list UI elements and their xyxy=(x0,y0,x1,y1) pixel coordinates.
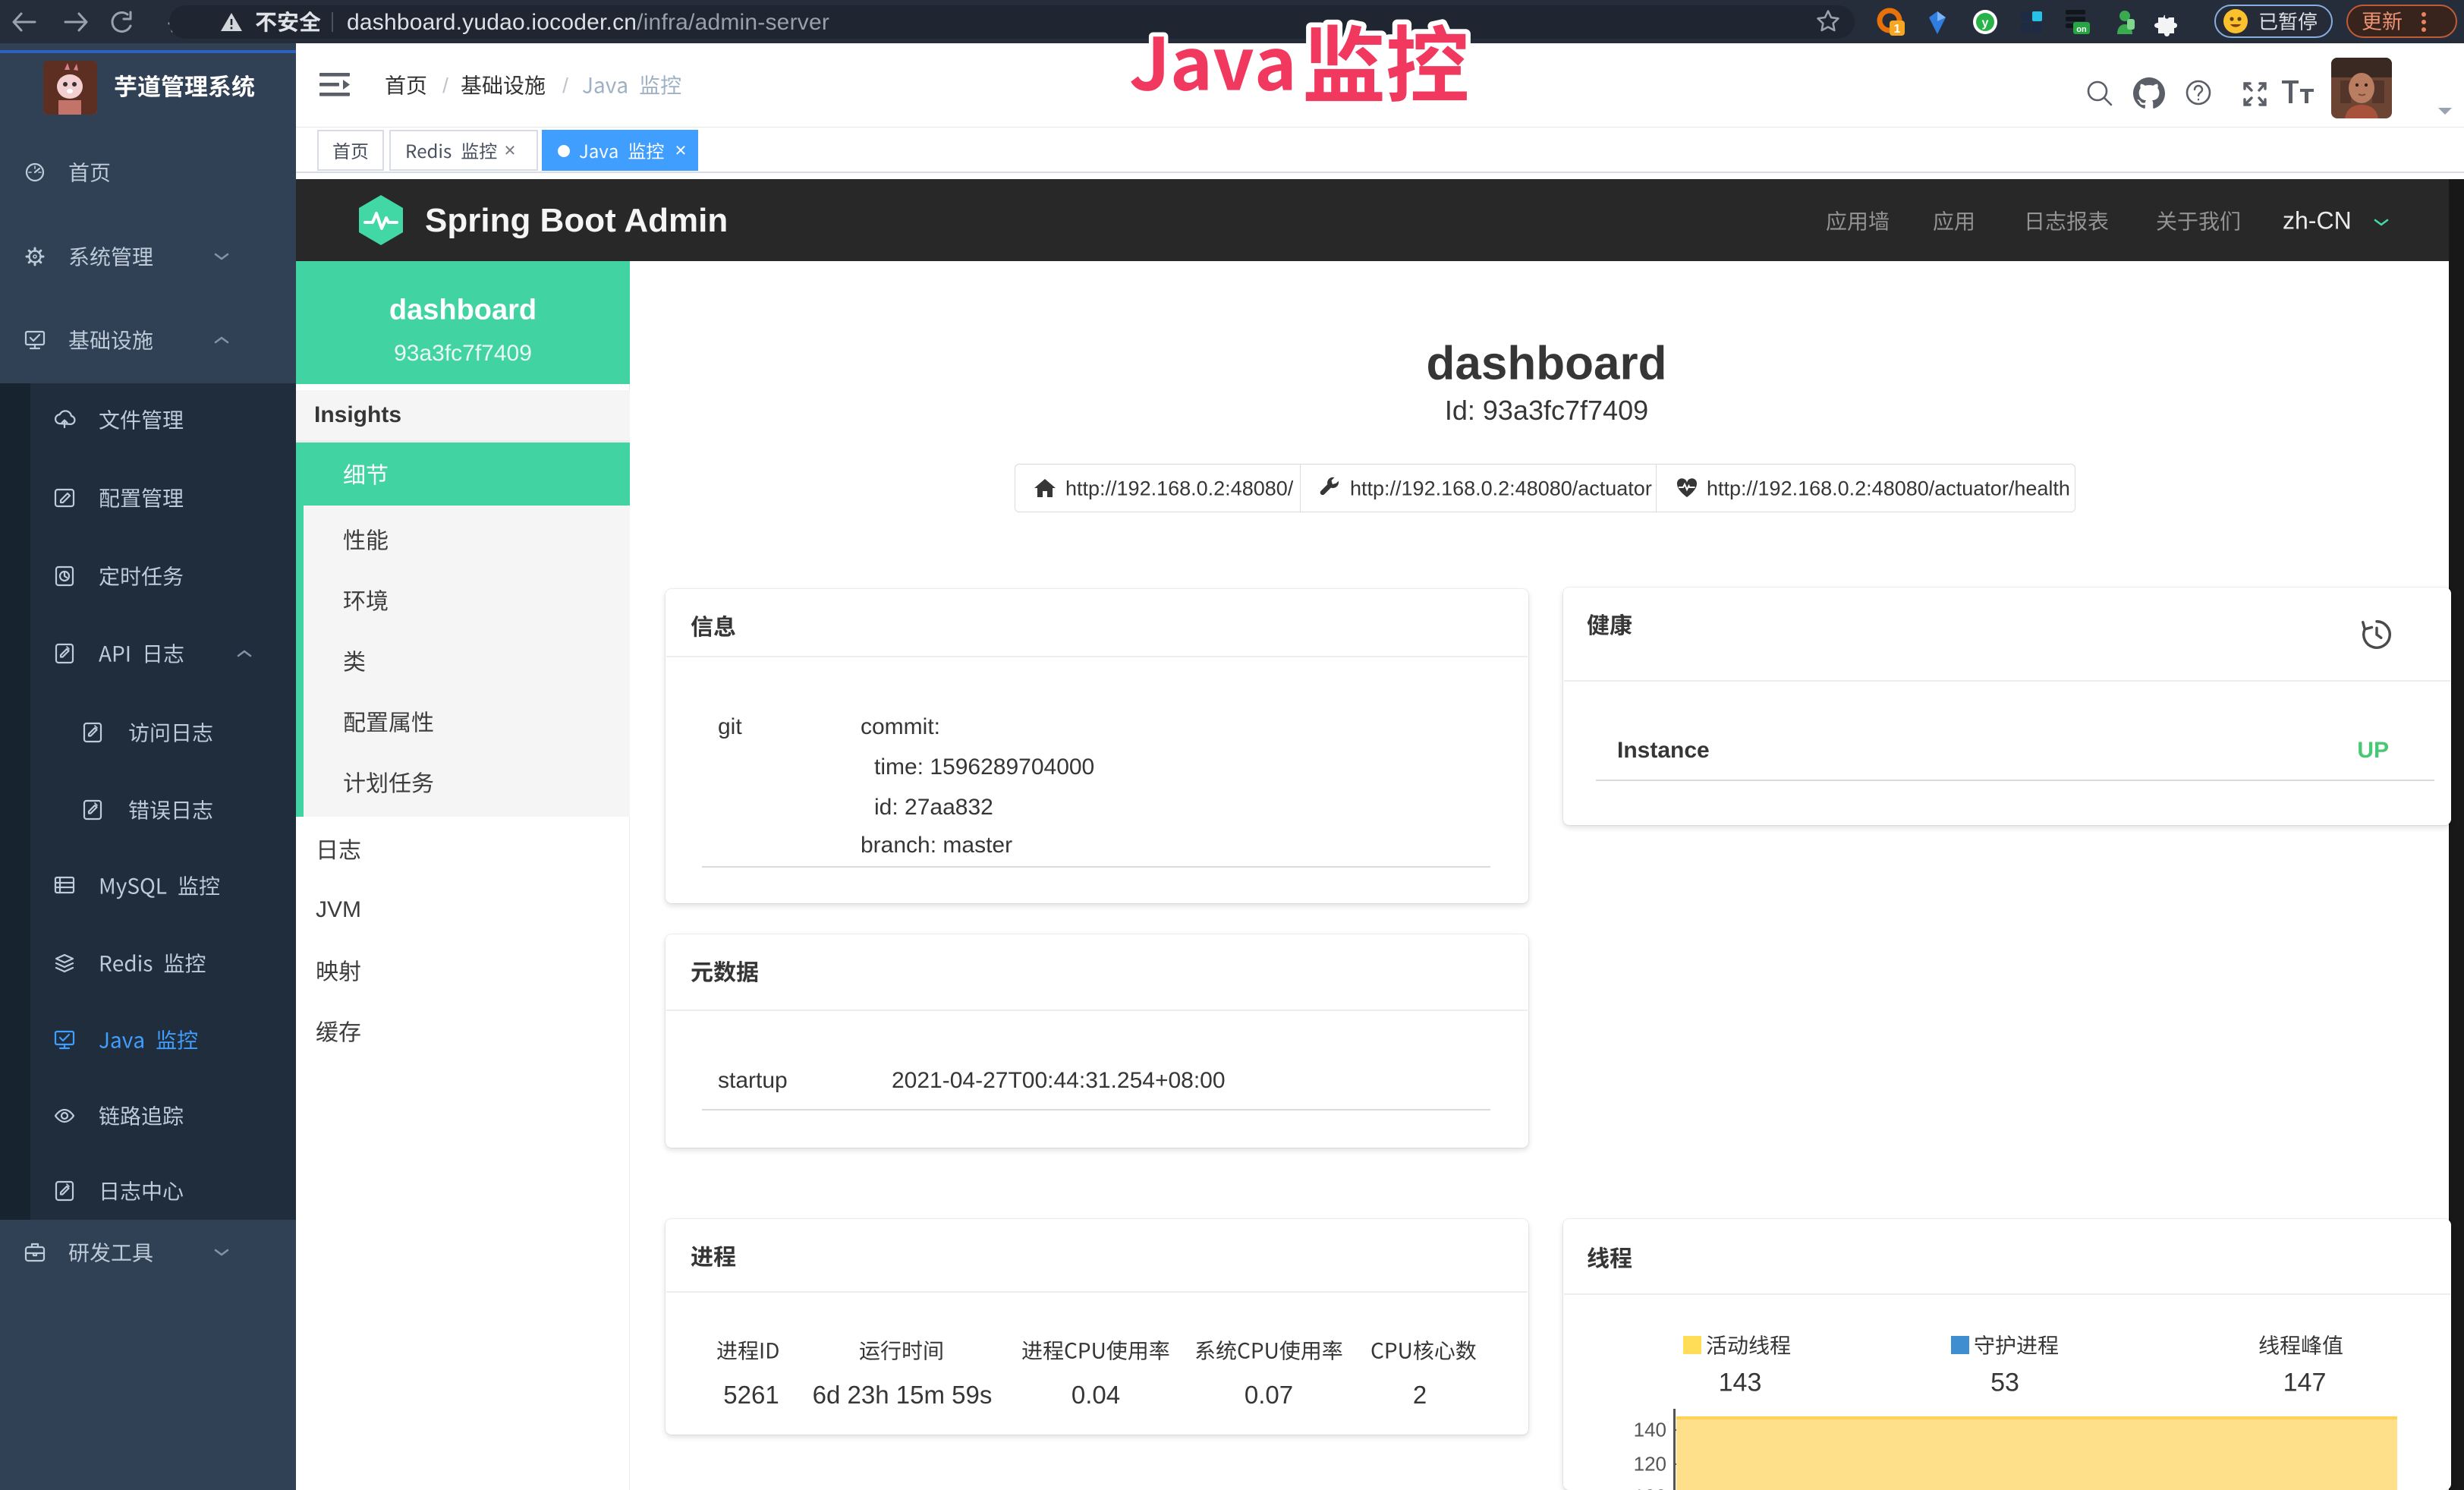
svg-text:y: y xyxy=(1982,17,1989,30)
svg-text:on: on xyxy=(2076,25,2087,34)
svg-text:1: 1 xyxy=(1894,23,1901,36)
